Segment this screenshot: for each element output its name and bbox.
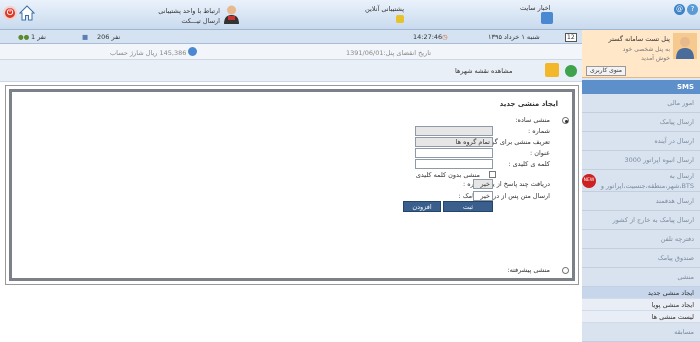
calendar-icon: 12 [565,33,577,42]
map-icon[interactable] [545,63,559,77]
menu-item-secretary[interactable]: منشی [582,268,700,287]
profile-name: پنل تست سامانه گستر [608,35,670,43]
panel-expiry: تاریخ انقضای پنل:1391/06/01 [346,49,432,57]
users-icon: ●● [18,33,30,41]
menu-item-send-sms[interactable]: ارسال پیامک [582,113,700,132]
news-icon[interactable] [541,12,553,24]
support-contact[interactable]: ارتباط با واحد پشتیبانی ارسال تیـــکت [150,3,240,27]
menu-item-bulk-3000[interactable]: ارسال انبوه اپراتور 3000 [582,151,700,170]
count-a: 206 نفر [97,33,121,41]
profile-box: پنل تست سامانه گستر به پنل شخصی خود خوش … [582,30,700,78]
support-avatar-icon [224,5,239,24]
send-ticket-link[interactable]: ارسال تیـــکت [181,17,220,25]
simple-secretary-label: منشی ساده: [515,116,550,124]
online-support-link[interactable]: پشتیبانی آنلاین [365,5,404,13]
simple-secretary-radio[interactable] [562,117,569,124]
group-select[interactable]: تمام گروه ها [415,137,493,147]
new-badge-icon: NEW [582,174,596,188]
right-sidebar: پنل تست سامانه گستر به پنل شخصی خود خوش … [582,30,700,342]
menu-header: SMS [582,80,700,94]
power-icon[interactable]: ⏻ [3,6,17,20]
site-news-link[interactable]: اخبار سایت [520,4,551,12]
refresh-icon[interactable] [565,65,577,77]
menu-item-phonebook[interactable]: دفترچه تلفن [582,230,700,249]
welcome-line2: خوش آمدید [641,55,670,62]
add-button[interactable]: افزودن [403,201,441,212]
email-icon[interactable]: @ [674,4,685,15]
account-bar: 145,386 ریال شارژ حساب تاریخ انقضای پنل:… [0,44,582,60]
no-keyword-label: منشی بدون کلمه کلیدی [415,171,480,179]
user-menu-button[interactable]: منوی کاربری [586,66,626,76]
title-input[interactable] [415,148,493,158]
menu-item-finance[interactable]: امور مالی [582,94,700,113]
clock-time: 14:27:46 [413,33,443,41]
multi-reply-select[interactable]: خیر [473,179,493,189]
advanced-secretary-label: منشی پیشرفته: [507,266,550,274]
send-after-select[interactable]: خیر [473,191,493,201]
keyword-label: کلمه ی کلیدی : [508,160,550,168]
menu-item-international[interactable]: ارسال پیامک به خارج از کشور [582,211,700,230]
welcome-line1: به پنل شخصی خود [622,46,670,53]
title-label: عنوان : [529,149,550,157]
menu-item-inbox[interactable]: صندوق پیامک [582,249,700,268]
date-text: شنبه ۱ خرداد ۱۳۹۵ [488,33,540,41]
contacts-icon: ■ [82,33,89,41]
no-keyword-checkbox[interactable] [489,171,496,178]
submenu-dynamic-secretary[interactable]: ایجاد منشی پویا [582,299,700,311]
view-map-link[interactable]: مشاهده نقشه شهرها [455,67,512,75]
menu-item-bts-label: ارسال به BTS،شهر،منطقه،جنسیت،اپراتور و .… [600,172,694,190]
home-icon[interactable] [19,5,35,21]
top-bar: ⏻ ارتباط با واحد پشتیبانی ارسال تیـــکت … [0,0,700,30]
menu-item-bts-send[interactable]: ارسال به BTS،شهر،منطقه،جنسیت،اپراتور و .… [582,170,700,192]
menu-item-targeted[interactable]: ارسال هدفمند [582,192,700,211]
advanced-secretary-radio[interactable] [562,267,569,274]
form-container: ایجاد منشی جدید منشی ساده: شماره : تعریف… [5,85,579,285]
help-icon[interactable]: ? [687,4,698,15]
count-b: 1 نفر [31,33,46,41]
keyword-input[interactable] [415,159,493,169]
submit-button[interactable]: ثبت [443,201,493,212]
submenu-new-secretary[interactable]: ایجاد منشی جدید [582,287,700,299]
clock-icon: ◷ [442,33,448,41]
menu-item-contest[interactable]: مسابقه [582,323,700,342]
sidebar-menu: امور مالی ارسال پیامک ارسال در آینده ارس… [582,94,700,342]
map-bar: مشاهده نقشه شهرها [0,60,582,82]
support-contact-label[interactable]: ارتباط با واحد پشتیبانی [158,7,220,15]
balance-icon [188,47,197,56]
form-title: ایجاد منشی جدید [499,100,558,108]
submenu-secretary-list[interactable]: لیست منشی ها [582,311,700,323]
number-label: شماره : [528,127,550,135]
number-input[interactable] [415,126,493,136]
user-avatar-icon [673,33,697,59]
secretary-form: ایجاد منشی جدید منشی ساده: شماره : تعریف… [9,89,575,281]
balance-text: 145,386 ریال شارژ حساب [110,49,187,57]
online-support-icon[interactable] [396,15,404,23]
status-bar: 1 نفر ●● 206 نفر ■ 14:27:46 ◷ شنبه ۱ خرد… [0,30,582,44]
menu-item-scheduled-send[interactable]: ارسال در آینده [582,132,700,151]
